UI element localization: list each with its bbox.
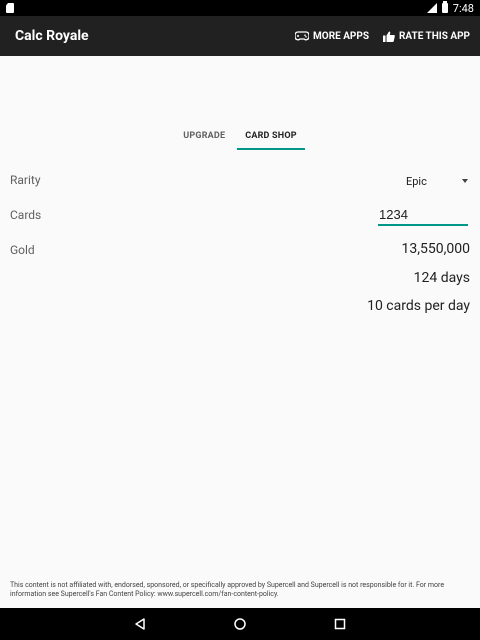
sd-card-icon	[6, 3, 14, 13]
status-left	[6, 3, 14, 13]
tab-bar: UPGRADE CARD SHOP	[0, 126, 480, 150]
tab-upgrade[interactable]: UPGRADE	[173, 126, 235, 150]
gold-value: 13,550,000	[401, 241, 470, 257]
tab-card-shop[interactable]: CARD SHOP	[235, 126, 307, 150]
home-button[interactable]	[220, 608, 260, 640]
thumbs-up-icon	[382, 31, 395, 42]
signal-icon	[426, 3, 437, 13]
more-apps-button[interactable]: MORE APPS	[295, 31, 369, 42]
rarity-label: Rarity	[10, 173, 41, 187]
back-button[interactable]	[120, 608, 160, 640]
app-bar-actions: MORE APPS RATE THIS APP	[295, 31, 470, 42]
days-value: 124 days	[413, 270, 470, 286]
battery-icon	[441, 1, 448, 13]
home-circle-icon	[234, 618, 246, 630]
app-title: Calc Royale	[15, 28, 89, 44]
rate-app-button[interactable]: RATE THIS APP	[382, 30, 470, 42]
more-apps-label: MORE APPS	[313, 30, 369, 42]
recents-button[interactable]	[320, 608, 360, 640]
cards-label: Cards	[10, 208, 42, 222]
status-time: 7:48	[452, 1, 474, 15]
gamepad-icon	[295, 31, 310, 41]
app-bar: Calc Royale MORE APPS RATE THIS APP	[0, 16, 480, 56]
cards-per-day-value: 10 cards per day	[367, 298, 470, 314]
gold-label: Gold	[10, 243, 35, 257]
status-right: 7:48	[426, 1, 474, 15]
cards-input[interactable]	[378, 204, 468, 226]
rate-app-label: RATE THIS APP	[398, 30, 470, 42]
disclaimer-text: This content is not affiliated with, end…	[10, 581, 445, 598]
rarity-select[interactable]: Epic	[398, 172, 468, 190]
status-bar: 7:48	[0, 0, 480, 16]
rarity-value: Epic	[406, 174, 427, 188]
back-triangle-icon	[135, 618, 145, 630]
navigation-bar	[0, 608, 480, 640]
recents-square-icon	[334, 618, 346, 630]
dropdown-caret-icon	[462, 179, 468, 183]
